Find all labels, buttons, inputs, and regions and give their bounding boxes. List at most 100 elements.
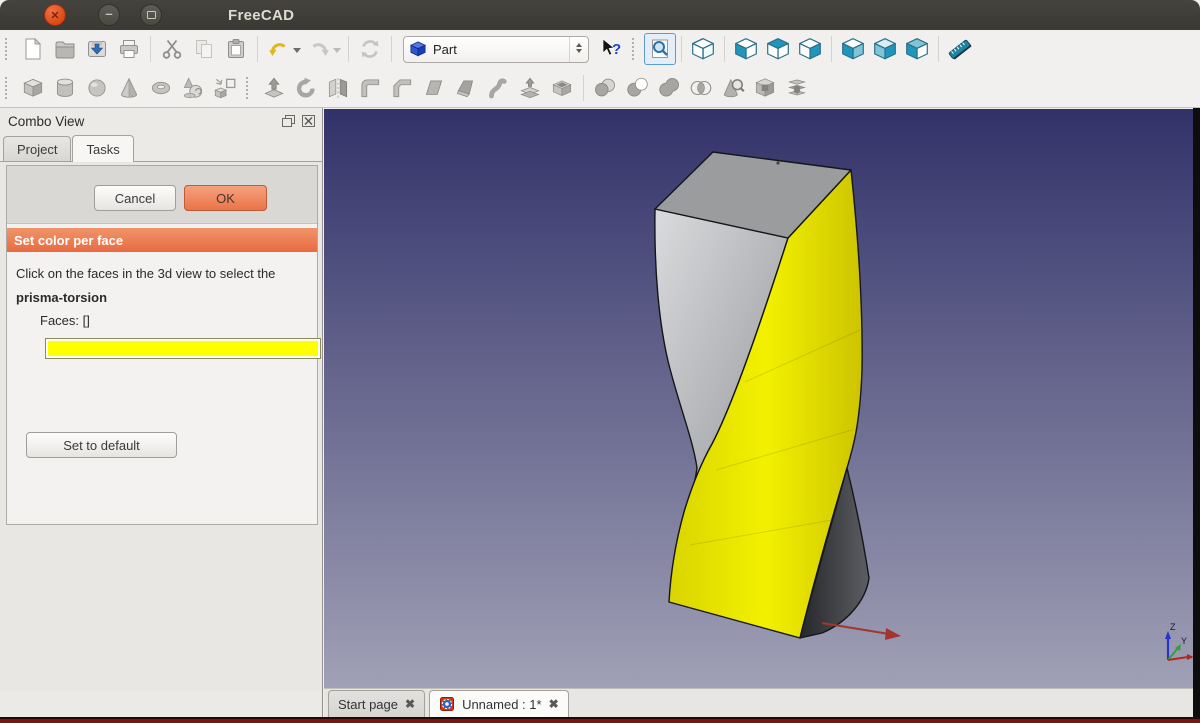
- box-icon: [20, 75, 46, 101]
- shape-builder-icon: [212, 75, 238, 101]
- intersection-icon: [688, 75, 714, 101]
- union-icon: [656, 75, 682, 101]
- tasks-panel: Cancel OK Set color per face Click on th…: [0, 161, 322, 690]
- part-create-primitives-button[interactable]: [177, 72, 209, 104]
- part-mirror-button[interactable]: [322, 72, 354, 104]
- workbench-spinner[interactable]: [569, 37, 588, 62]
- tab-start-page[interactable]: Start page: [328, 690, 425, 717]
- rear-view-button[interactable]: [837, 33, 869, 65]
- loft-icon: [453, 75, 479, 101]
- fit-all-icon: [648, 37, 672, 61]
- dock-float-button[interactable]: [281, 114, 296, 128]
- part-shape-builder-button[interactable]: [209, 72, 241, 104]
- 3d-viewport[interactable]: Z Y X: [324, 109, 1193, 688]
- part-intersection-button[interactable]: [685, 72, 717, 104]
- part-cylinder-button[interactable]: [49, 72, 81, 104]
- part-cut-button[interactable]: [621, 72, 653, 104]
- model-prisma-torsion[interactable]: [655, 152, 869, 638]
- right-view-cube-icon: [797, 36, 823, 62]
- clipboard-icon: [224, 37, 248, 61]
- part-cross-sections-button[interactable]: [781, 72, 813, 104]
- svg-text:?: ?: [612, 41, 621, 58]
- redo-dropdown-button[interactable]: [333, 48, 341, 57]
- part-sphere-button[interactable]: [81, 72, 113, 104]
- front-view-cube-icon: [733, 36, 759, 62]
- undo-button[interactable]: [263, 33, 295, 65]
- right-view-button[interactable]: [794, 33, 826, 65]
- part-extrude-button[interactable]: [258, 72, 290, 104]
- window-minimize-button[interactable]: [98, 4, 120, 26]
- save-document-button[interactable]: [81, 33, 113, 65]
- part-revolve-button[interactable]: [290, 72, 322, 104]
- copy-button[interactable]: [188, 33, 220, 65]
- window-maximize-button[interactable]: [140, 4, 162, 26]
- fit-all-button[interactable]: [644, 33, 676, 65]
- document-tab-bar: Start page Unnamed : 1*: [324, 688, 1193, 717]
- top-view-cube-icon: [765, 36, 791, 62]
- cone-icon: [116, 75, 142, 101]
- part-defeaturing-button[interactable]: [749, 72, 781, 104]
- part-torus-button[interactable]: [145, 72, 177, 104]
- cross-sections-icon: [784, 75, 810, 101]
- axis-y-label: Y: [1181, 636, 1187, 646]
- offset-icon: [517, 75, 543, 101]
- cut-button[interactable]: [156, 33, 188, 65]
- toolbar-grip[interactable]: [246, 77, 254, 99]
- part-fillet-button[interactable]: [354, 72, 386, 104]
- workbench-selected-value: Part: [433, 42, 569, 57]
- toolbar-grip[interactable]: [5, 38, 13, 60]
- toolbar-grip[interactable]: [632, 38, 640, 60]
- top-view-button[interactable]: [762, 33, 794, 65]
- ruled-surface-icon: [421, 75, 447, 101]
- toolbar-grip[interactable]: [5, 77, 13, 99]
- part-check-geometry-button[interactable]: [717, 72, 749, 104]
- set-to-default-button[interactable]: Set to default: [26, 432, 177, 458]
- task-instruction: Click on the faces in the 3d view to sel…: [16, 266, 316, 281]
- combo-view-title: Combo View: [6, 114, 276, 129]
- part-boolean-button[interactable]: [589, 72, 621, 104]
- undo-dropdown-button[interactable]: [293, 48, 301, 57]
- part-loft-button[interactable]: [450, 72, 482, 104]
- cancel-button[interactable]: Cancel: [94, 185, 176, 211]
- paste-button[interactable]: [220, 33, 252, 65]
- standard-toolbar: Part ?: [0, 30, 1200, 68]
- tab-project[interactable]: Project: [3, 136, 71, 161]
- object-name: prisma-torsion: [16, 290, 316, 305]
- dock-close-button[interactable]: [301, 114, 316, 128]
- part-thickness-button[interactable]: [546, 72, 578, 104]
- chamfer-icon: [389, 75, 415, 101]
- part-union-button[interactable]: [653, 72, 685, 104]
- redo-button[interactable]: [303, 33, 335, 65]
- part-sweep-button[interactable]: [482, 72, 514, 104]
- print-button[interactable]: [113, 33, 145, 65]
- bottom-view-button[interactable]: [869, 33, 901, 65]
- window-right-edge: [1193, 108, 1200, 717]
- tab-tasks[interactable]: Tasks: [72, 135, 133, 162]
- new-document-button[interactable]: [17, 33, 49, 65]
- defeaturing-icon: [752, 75, 778, 101]
- left-view-button[interactable]: [901, 33, 933, 65]
- tab-close-icon[interactable]: [549, 698, 559, 710]
- measure-distance-button[interactable]: [944, 33, 976, 65]
- whats-this-button[interactable]: ?: [595, 33, 627, 65]
- primitives-icon: [180, 75, 206, 101]
- tab-close-icon[interactable]: [405, 698, 415, 710]
- workbench-selector[interactable]: Part: [403, 36, 589, 63]
- measure-ruler-icon: [947, 36, 973, 62]
- tab-unnamed-document[interactable]: Unnamed : 1*: [429, 690, 569, 717]
- axonometric-view-button[interactable]: [687, 33, 719, 65]
- face-color-swatch[interactable]: [45, 338, 321, 359]
- part-box-button[interactable]: [17, 72, 49, 104]
- part-toolbar: [0, 68, 1200, 108]
- refresh-button[interactable]: [354, 33, 386, 65]
- open-document-button[interactable]: [49, 33, 81, 65]
- new-file-icon: [21, 37, 45, 61]
- front-view-button[interactable]: [730, 33, 762, 65]
- window-close-button[interactable]: [44, 4, 66, 26]
- part-chamfer-button[interactable]: [386, 72, 418, 104]
- part-cone-button[interactable]: [113, 72, 145, 104]
- part-ruled-surface-button[interactable]: [418, 72, 450, 104]
- part-offset-button[interactable]: [514, 72, 546, 104]
- tab-unnamed-label: Unnamed : 1*: [462, 697, 542, 712]
- ok-button[interactable]: OK: [184, 185, 267, 211]
